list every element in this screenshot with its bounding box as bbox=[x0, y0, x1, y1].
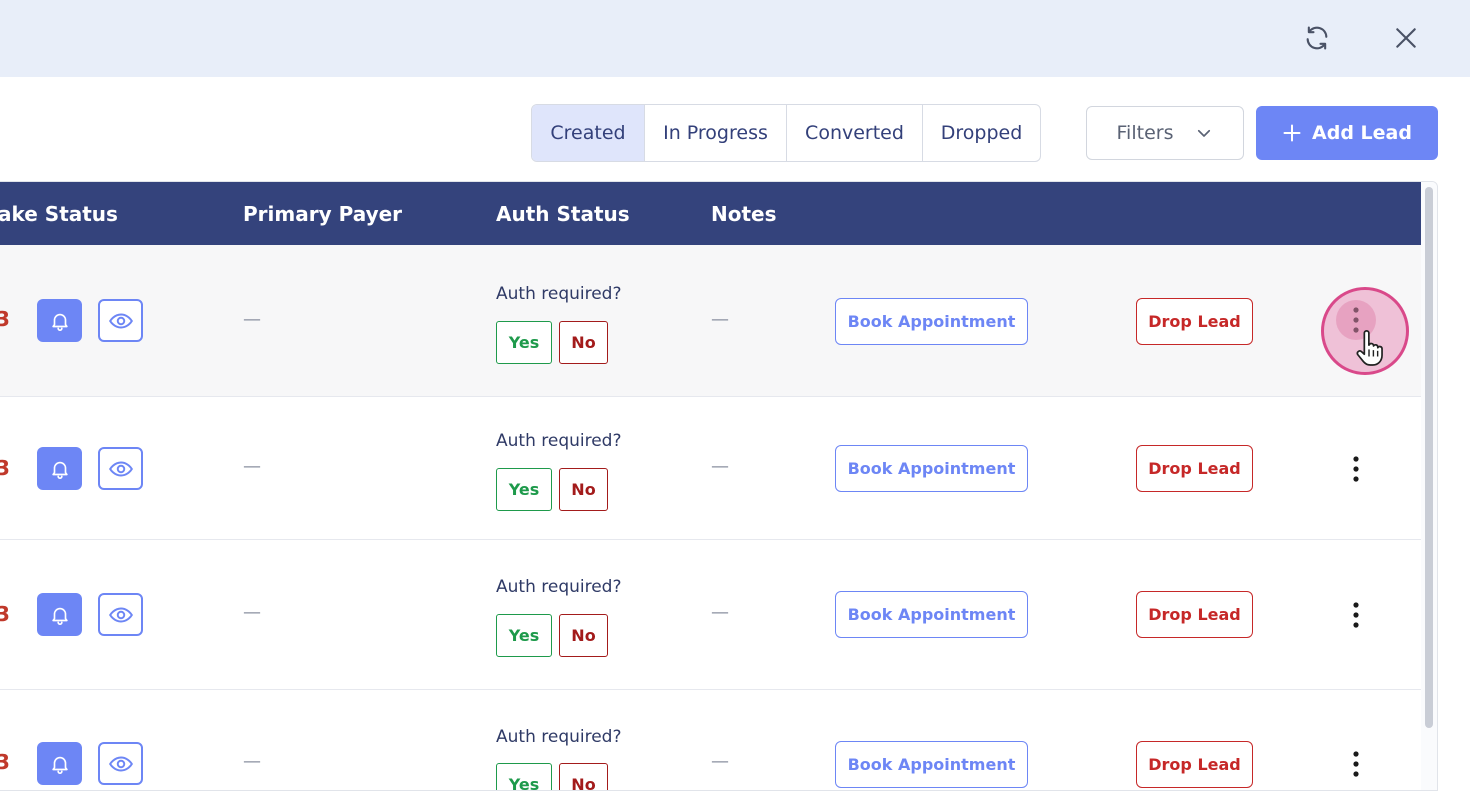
filters-dropdown[interactable]: Filters bbox=[1086, 106, 1244, 160]
refresh-button[interactable] bbox=[1301, 22, 1333, 54]
row-more-button[interactable] bbox=[1336, 744, 1376, 784]
view-button[interactable] bbox=[98, 447, 143, 490]
bell-icon bbox=[51, 607, 68, 625]
auth-required-label: Auth required? bbox=[496, 284, 622, 304]
close-icon bbox=[1396, 28, 1416, 48]
notify-button[interactable] bbox=[37, 447, 82, 490]
primary-payer-value: — bbox=[243, 751, 261, 772]
eye-icon bbox=[108, 461, 133, 476]
tab-created[interactable]: Created bbox=[532, 105, 645, 161]
eye-icon bbox=[108, 313, 133, 328]
drop-lead-button[interactable]: Drop Lead bbox=[1136, 298, 1253, 345]
more-vertical-icon bbox=[1353, 307, 1359, 333]
eye-icon bbox=[108, 756, 133, 771]
header-auth-status: Auth Status bbox=[496, 201, 630, 226]
eye-icon bbox=[108, 607, 133, 622]
chevron-down-icon bbox=[1198, 129, 1211, 137]
view-button[interactable] bbox=[98, 593, 143, 636]
drop-lead-button[interactable]: Drop Lead bbox=[1136, 591, 1253, 638]
status-tabs: Created In Progress Converted Dropped bbox=[531, 104, 1041, 162]
auth-yes-button[interactable]: Yes bbox=[496, 614, 552, 657]
header-intake-status: ake Status bbox=[0, 201, 118, 226]
auth-no-button[interactable]: No bbox=[559, 468, 608, 511]
auth-required-label: Auth required? bbox=[496, 727, 622, 747]
notify-button[interactable] bbox=[37, 299, 82, 342]
refresh-icon bbox=[1306, 26, 1328, 50]
table-row: 3 — Auth required? Yes No — Book Appoint… bbox=[0, 540, 1421, 690]
notify-button[interactable] bbox=[37, 593, 82, 636]
table-row: 3 — Auth required? Yes No — Book Appoint… bbox=[0, 245, 1421, 397]
auth-no-button[interactable]: No bbox=[559, 763, 608, 790]
book-appointment-button[interactable]: Book Appointment bbox=[835, 445, 1028, 492]
more-vertical-icon bbox=[1353, 751, 1359, 777]
bell-icon bbox=[51, 756, 68, 774]
intake-count: 3 bbox=[0, 456, 10, 480]
book-appointment-button[interactable]: Book Appointment bbox=[835, 591, 1028, 638]
table-row: 3 — Auth required? Yes No — Book Appoint… bbox=[0, 690, 1421, 790]
close-button[interactable] bbox=[1390, 22, 1422, 54]
scrollbar-thumb[interactable] bbox=[1425, 187, 1433, 728]
notes-value: — bbox=[711, 309, 729, 330]
row-more-button[interactable] bbox=[1336, 300, 1376, 340]
bell-icon bbox=[51, 461, 68, 479]
add-lead-button[interactable]: Add Lead bbox=[1256, 106, 1438, 160]
tab-dropped[interactable]: Dropped bbox=[923, 105, 1040, 161]
primary-payer-value: — bbox=[243, 456, 261, 477]
notes-value: — bbox=[711, 456, 729, 477]
intake-count: 3 bbox=[0, 602, 10, 626]
auth-required-label: Auth required? bbox=[496, 431, 622, 451]
intake-count: 3 bbox=[0, 750, 10, 774]
more-vertical-icon bbox=[1353, 456, 1359, 482]
intake-count: 3 bbox=[0, 307, 10, 331]
bell-icon bbox=[51, 313, 68, 331]
row-more-button[interactable] bbox=[1336, 449, 1376, 489]
notes-value: — bbox=[711, 602, 729, 623]
primary-payer-value: — bbox=[243, 602, 261, 623]
auth-required-label: Auth required? bbox=[496, 577, 622, 597]
auth-yes-button[interactable]: Yes bbox=[496, 321, 552, 364]
auth-yes-button[interactable]: Yes bbox=[496, 468, 552, 511]
add-lead-label: Add Lead bbox=[1312, 122, 1412, 144]
auth-no-button[interactable]: No bbox=[559, 614, 608, 657]
auth-no-button[interactable]: No bbox=[559, 321, 608, 364]
tab-in-progress[interactable]: In Progress bbox=[645, 105, 787, 161]
table-header: ake Status Primary Payer Auth Status Not… bbox=[0, 182, 1421, 245]
auth-yes-button[interactable]: Yes bbox=[496, 763, 552, 790]
leads-table: ake Status Primary Payer Auth Status Not… bbox=[0, 181, 1438, 791]
row-more-button[interactable] bbox=[1336, 595, 1376, 635]
table-row: 3 — Auth required? Yes No — Book Appoint… bbox=[0, 397, 1421, 540]
header-primary-payer: Primary Payer bbox=[243, 201, 403, 226]
top-bar bbox=[0, 0, 1470, 77]
book-appointment-button[interactable]: Book Appointment bbox=[835, 741, 1028, 788]
header-notes: Notes bbox=[711, 201, 777, 226]
drop-lead-button[interactable]: Drop Lead bbox=[1136, 741, 1253, 788]
more-vertical-icon bbox=[1353, 602, 1359, 628]
tab-converted[interactable]: Converted bbox=[787, 105, 923, 161]
drop-lead-button[interactable]: Drop Lead bbox=[1136, 445, 1253, 492]
notes-value: — bbox=[711, 751, 729, 772]
filters-label: Filters bbox=[1116, 122, 1174, 144]
plus-icon bbox=[1283, 124, 1301, 142]
view-button[interactable] bbox=[98, 299, 143, 342]
book-appointment-button[interactable]: Book Appointment bbox=[835, 298, 1028, 345]
primary-payer-value: — bbox=[243, 309, 261, 330]
